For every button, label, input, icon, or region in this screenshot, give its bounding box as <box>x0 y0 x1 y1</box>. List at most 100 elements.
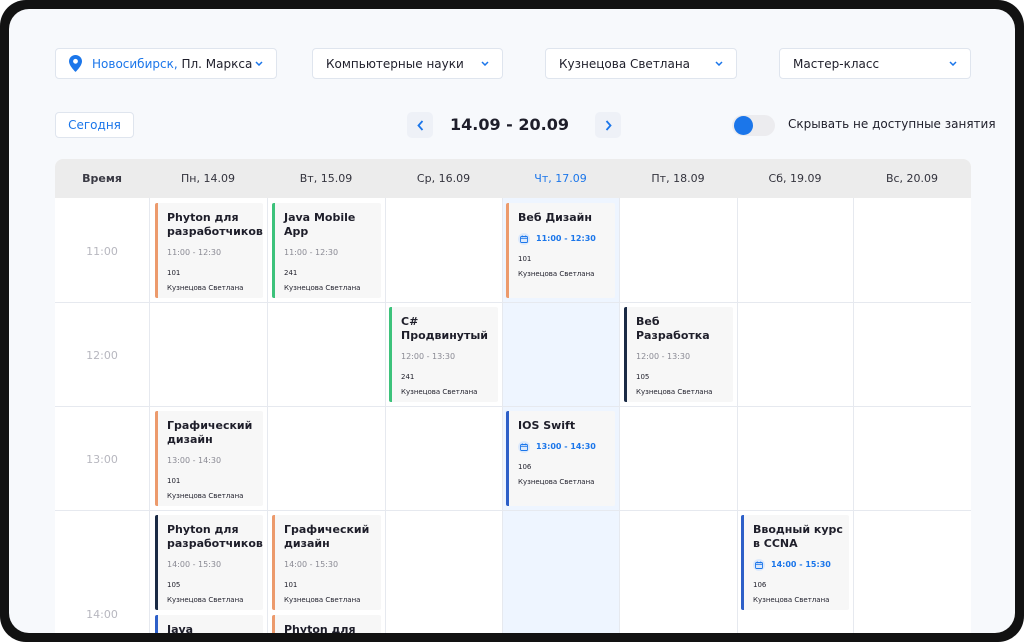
event-card[interactable]: Java <box>155 615 263 633</box>
grid-line <box>149 198 150 633</box>
teacher-select[interactable]: Кузнецова Светлана <box>545 48 737 79</box>
day-header-thu[interactable]: Чт, 17.09 <box>502 159 619 198</box>
event-room: 101 <box>167 269 181 277</box>
subject-value: Компьютерные науки <box>326 56 464 71</box>
event-room: 101 <box>518 255 532 263</box>
event-room: 105 <box>636 373 650 381</box>
event-time: 12:00 - 13:30 <box>401 352 456 361</box>
event-time-row: 14:00 - 15:30 <box>753 559 843 571</box>
event-room: 241 <box>284 269 298 277</box>
time-column-header: Время <box>82 172 122 185</box>
event-card[interactable]: Веб Разработка 12:00 - 13:30 105 Кузнецо… <box>624 307 733 402</box>
location-city: Новосибирск, <box>92 56 178 71</box>
event-room: 105 <box>167 581 181 589</box>
event-title: Phyton для разработчиков <box>167 211 263 238</box>
event-teacher: Кузнецова Светлана <box>753 596 830 604</box>
location-place: Пл. Маркса <box>181 56 253 71</box>
event-card[interactable]: Phyton для разработчиков 11:00 - 12:30 1… <box>155 203 263 298</box>
event-room: 106 <box>753 581 767 589</box>
grid-line <box>385 198 386 633</box>
grid-line <box>619 198 620 633</box>
hour-label: 13:00 <box>86 453 118 466</box>
event-teacher: Кузнецова Светлана <box>401 388 478 396</box>
day-header-tue[interactable]: Вт, 15.09 <box>267 159 385 198</box>
chevron-down-icon <box>948 59 958 69</box>
location-pin-icon <box>69 55 83 73</box>
format-select[interactable]: Мастер-класс <box>779 48 971 79</box>
event-time: 11:00 - 12:30 <box>536 234 596 243</box>
event-card[interactable]: IOS Swift 13:00 - 14:30 106 Кузнецова Св… <box>506 411 615 506</box>
calendar-icon <box>518 441 530 453</box>
grid-line <box>55 302 971 303</box>
date-range: 14.09 - 20.09 <box>450 115 569 134</box>
event-teacher: Кузнецова Светлана <box>636 388 713 396</box>
event-time: 13:00 - 14:30 <box>536 442 596 451</box>
grid-line <box>737 198 738 633</box>
event-teacher: Кузнецова Светлана <box>167 596 244 604</box>
day-header-sat[interactable]: Сб, 19.09 <box>737 159 853 198</box>
week-calendar: Время Пн, 14.09 Вт, 15.09 Ср, 16.09 Чт, … <box>55 159 971 633</box>
event-card[interactable]: C# Продвинутый 12:00 - 13:30 241 Кузнецо… <box>389 307 498 402</box>
event-card[interactable]: Веб Дизайн 11:00 - 12:30 101 Кузнецова С… <box>506 203 615 298</box>
event-title: Java Mobile App <box>284 211 356 238</box>
event-title: IOS Swift <box>518 419 576 432</box>
subject-select[interactable]: Компьютерные науки <box>312 48 503 79</box>
chevron-down-icon <box>254 59 264 69</box>
day-header-mon[interactable]: Пн, 14.09 <box>149 159 267 198</box>
event-room: 241 <box>401 373 415 381</box>
event-room: 106 <box>518 463 532 471</box>
event-card[interactable]: Java Mobile App 11:00 - 12:30 241 Кузнец… <box>272 203 381 298</box>
event-title: Phyton для разработчиков <box>167 523 263 550</box>
event-time-row: 11:00 - 12:30 <box>518 233 609 245</box>
location-value: Новосибирск, Пл. Маркса <box>92 57 254 71</box>
grid-line <box>853 198 854 633</box>
hide-unavailable-label: Скрывать не доступные занятия <box>788 117 996 131</box>
event-teacher: Кузнецова Светлана <box>167 284 244 292</box>
event-teacher: Кузнецова Светлана <box>518 478 595 486</box>
toggle-knob <box>734 116 753 135</box>
hour-label: 12:00 <box>86 349 118 362</box>
calendar-icon <box>753 559 765 571</box>
grid-line <box>502 198 503 633</box>
chevron-down-icon <box>714 59 724 69</box>
prev-week-button[interactable] <box>407 112 433 138</box>
hour-label: 11:00 <box>86 245 118 258</box>
event-time-row: 13:00 - 14:30 <box>518 441 609 453</box>
event-time: 11:00 - 12:30 <box>284 248 339 257</box>
next-week-button[interactable] <box>595 112 621 138</box>
event-title: Phyton для <box>284 623 356 633</box>
event-time: 14:00 - 15:30 <box>771 560 831 569</box>
grid-line <box>55 510 971 511</box>
day-header-fri[interactable]: Пт, 18.09 <box>619 159 737 198</box>
event-card[interactable]: Вводный курс в CCNA 14:00 - 15:30 106 Ку… <box>741 515 849 610</box>
calendar-header: Время Пн, 14.09 Вт, 15.09 Ср, 16.09 Чт, … <box>55 159 971 198</box>
event-title: C# Продвинутый <box>401 315 488 342</box>
event-teacher: Кузнецова Светлана <box>284 596 361 604</box>
hide-unavailable-toggle[interactable] <box>732 115 775 136</box>
grid-line <box>55 406 971 407</box>
event-title: Java <box>167 623 194 633</box>
app-screen: Новосибирск, Пл. Маркса Компьютерные нау… <box>9 9 1015 633</box>
event-time: 11:00 - 12:30 <box>167 248 222 257</box>
chevron-down-icon <box>480 59 490 69</box>
event-room: 101 <box>167 477 181 485</box>
event-card[interactable]: Phyton для <box>272 615 381 633</box>
event-time: 14:00 - 15:30 <box>167 560 222 569</box>
device-frame: Новосибирск, Пл. Маркса Компьютерные нау… <box>0 0 1024 642</box>
event-card[interactable]: Графический дизайн 13:00 - 14:30 101 Куз… <box>155 411 263 506</box>
event-title: Вводный курс в CCNA <box>753 523 843 550</box>
calendar-icon <box>518 233 530 245</box>
event-card[interactable]: Phyton для разработчиков 14:00 - 15:30 1… <box>155 515 263 610</box>
day-header-wed[interactable]: Ср, 16.09 <box>385 159 502 198</box>
day-header-sun[interactable]: Вс, 20.09 <box>853 159 971 198</box>
event-card[interactable]: Графический дизайн 14:00 - 15:30 101 Куз… <box>272 515 381 610</box>
today-button[interactable]: Сегодня <box>55 112 134 138</box>
event-time: 14:00 - 15:30 <box>284 560 339 569</box>
format-value: Мастер-класс <box>793 56 880 71</box>
event-time: 13:00 - 14:30 <box>167 456 222 465</box>
grid-line <box>267 198 268 633</box>
event-teacher: Кузнецова Светлана <box>284 284 361 292</box>
event-room: 101 <box>284 581 298 589</box>
location-select[interactable]: Новосибирск, Пл. Маркса <box>55 48 277 79</box>
hour-label: 14:00 <box>86 608 118 621</box>
